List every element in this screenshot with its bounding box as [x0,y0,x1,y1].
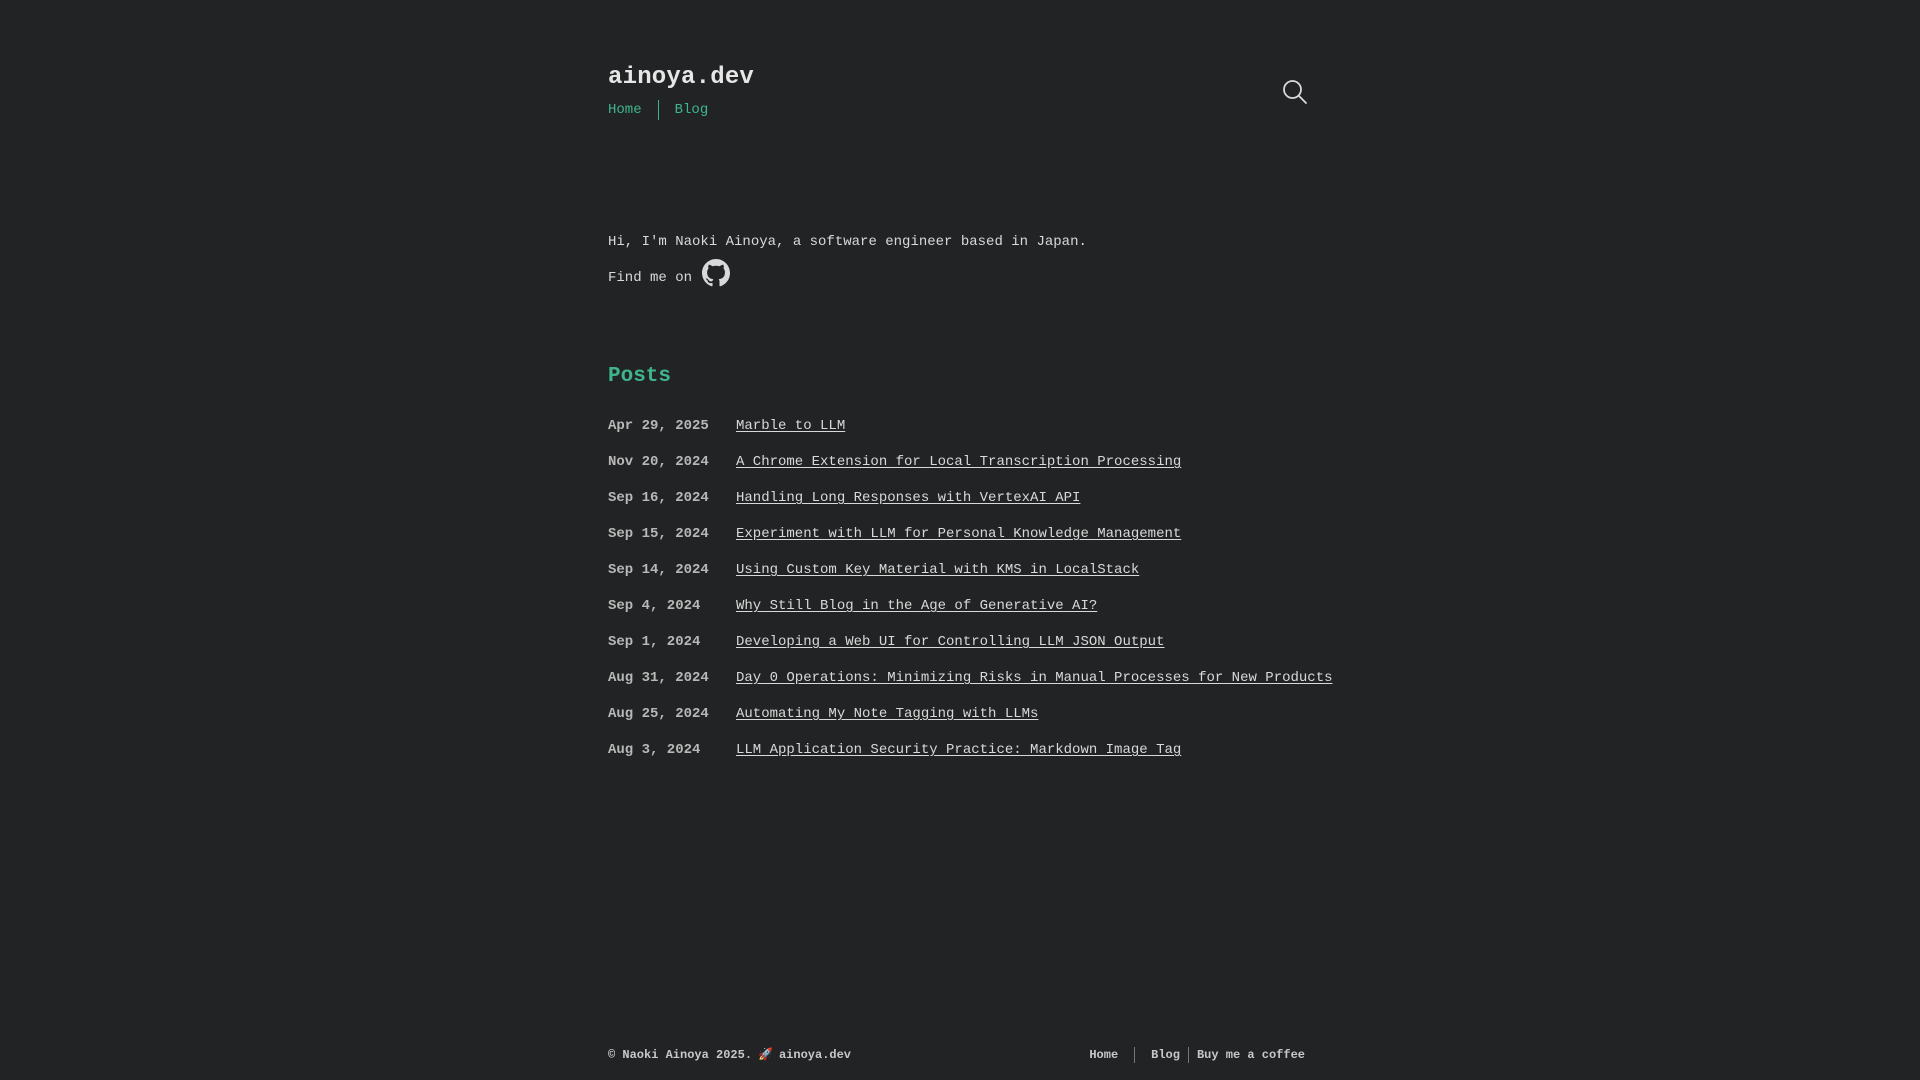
post-date: Aug 25, 2024 [608,706,709,722]
post-item: Sep 14, 2024 Using Custom Key Material w… [608,560,1305,596]
post-item: Nov 20, 2024 A Chrome Extension for Loca… [608,452,1305,488]
post-link[interactable]: LLM Application Security Practice: Markd… [736,740,1181,760]
post-item: Sep 16, 2024 Handling Long Responses wit… [608,488,1305,524]
nav-blog-link[interactable]: Blog [675,100,709,120]
post-item: Sep 1, 2024 Developing a Web UI for Cont… [608,632,1305,668]
post-link[interactable]: Day 0 Operations: Minimizing Risks in Ma… [736,668,1333,688]
search-icon [1283,80,1307,104]
find-me-row: Find me on [608,259,731,288]
post-date: Apr 29, 2025 [608,418,709,434]
post-date: Sep 16, 2024 [608,490,709,506]
post-date: Aug 31, 2024 [608,670,709,686]
buy-me-a-coffee-link[interactable]: Buy me a coffee [1197,1046,1305,1064]
post-date: Sep 1, 2024 [608,634,701,650]
page: ainoya.dev Home Blog Hi, I'm Naoki Ainoy… [0,0,1920,1080]
find-me-label: Find me on [608,270,693,286]
rocket-icon: 🚀 [758,1048,773,1062]
copyright-text: © Naoki Ainoya 2025. [608,1048,753,1062]
site-title[interactable]: ainoya.dev [608,62,754,94]
post-item: Aug 31, 2024 Day 0 Operations: Minimizin… [608,668,1333,704]
header-nav: Home Blog [608,100,708,120]
post-link[interactable]: Experiment with LLM for Personal Knowled… [736,524,1181,544]
post-date: Nov 20, 2024 [608,454,709,470]
nav-divider [657,100,659,120]
nav-home-link[interactable]: Home [608,100,642,120]
footer-blog-link[interactable]: Blog [1151,1046,1180,1064]
footer-copyright: © Naoki Ainoya 2025. 🚀 ainoya.dev [608,1046,851,1064]
github-link[interactable] [702,259,731,287]
footer-site-name: ainoya.dev [778,1048,851,1062]
footer-divider [1187,1047,1189,1063]
search-button[interactable] [1281,78,1309,106]
footer-nav: Home Blog Buy me a coffee [1089,1046,1305,1064]
footer-home-link[interactable]: Home [1089,1046,1118,1064]
post-link[interactable]: Automating My Note Tagging with LLMs [736,704,1038,724]
footer-divider [1134,1047,1136,1063]
github-icon [702,259,731,287]
post-item: Sep 4, 2024 Why Still Blog in the Age of… [608,596,1305,632]
post-date: Sep 15, 2024 [608,526,709,542]
post-date: Sep 14, 2024 [608,562,709,578]
post-link[interactable]: Using Custom Key Material with KMS in Lo… [736,560,1139,580]
footer: © Naoki Ainoya 2025. 🚀 ainoya.dev Home B… [608,1046,1305,1064]
post-item: Aug 3, 2024 LLM Application Security Pra… [608,740,1305,776]
post-link[interactable]: Handling Long Responses with VertexAI AP… [736,488,1080,508]
post-list: Apr 29, 2025 Marble to LLM Nov 20, 2024 … [608,416,1333,776]
post-link[interactable]: Developing a Web UI for Controlling LLM … [736,632,1164,652]
post-item: Apr 29, 2025 Marble to LLM [608,416,1305,452]
post-date: Aug 3, 2024 [608,742,701,758]
post-item: Sep 15, 2024 Experiment with LLM for Per… [608,524,1305,560]
post-date: Sep 4, 2024 [608,598,701,614]
post-item: Aug 25, 2024 Automating My Note Tagging … [608,704,1305,740]
post-link[interactable]: Marble to LLM [736,416,845,436]
post-link[interactable]: Why Still Blog in the Age of Generative … [736,596,1097,616]
intro-text: Hi, I'm Naoki Ainoya, a software enginee… [608,234,1087,250]
post-link[interactable]: A Chrome Extension for Local Transcripti… [736,452,1181,472]
posts-heading: Posts [608,365,672,388]
